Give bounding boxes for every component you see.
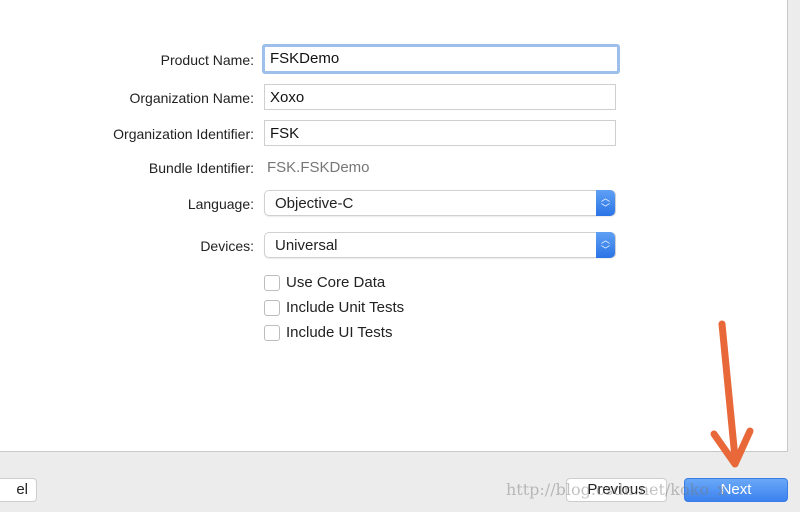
- language-select[interactable]: Objective-C ︿ ﹀: [264, 190, 616, 216]
- devices-label: Devices:: [200, 238, 254, 254]
- bundle-identifier-label: Bundle Identifier:: [148, 160, 254, 176]
- organization-identifier-label: Organization Identifier:: [113, 126, 254, 142]
- use-core-data-checkbox[interactable]: Use Core Data: [264, 274, 385, 291]
- organization-identifier-field[interactable]: FSK: [264, 120, 616, 146]
- checkbox-label: Include UI Tests: [286, 324, 393, 341]
- checkbox-label: Include Unit Tests: [286, 299, 405, 316]
- language-value: Objective-C: [275, 195, 354, 212]
- organization-name-label: Organization Name:: [129, 90, 254, 106]
- next-button[interactable]: Next: [684, 478, 788, 502]
- devices-select[interactable]: Universal ︿ ﹀: [264, 232, 616, 258]
- checkbox-box[interactable]: [264, 274, 280, 291]
- cancel-button[interactable]: el: [0, 478, 37, 502]
- include-unit-tests-checkbox[interactable]: Include Unit Tests: [264, 299, 404, 316]
- arrow-down-icon: [710, 320, 754, 468]
- up-down-chevron-icon: ︿ ﹀: [596, 190, 615, 216]
- previous-button[interactable]: Previous: [566, 478, 667, 502]
- organization-name-field[interactable]: Xoxo: [264, 84, 616, 110]
- bundle-identifier-value: FSK.FSKDemo: [267, 159, 370, 176]
- checkbox-label: Use Core Data: [286, 274, 386, 291]
- product-name-label: Product Name:: [160, 52, 254, 68]
- include-ui-tests-checkbox[interactable]: Include UI Tests: [264, 324, 392, 341]
- product-name-field[interactable]: FSKDemo: [262, 44, 620, 74]
- checkbox-box[interactable]: [264, 299, 280, 316]
- checkbox-box[interactable]: [264, 324, 280, 341]
- up-down-chevron-icon: ︿ ﹀: [596, 232, 615, 258]
- language-label: Language:: [187, 196, 254, 212]
- devices-value: Universal: [275, 237, 338, 254]
